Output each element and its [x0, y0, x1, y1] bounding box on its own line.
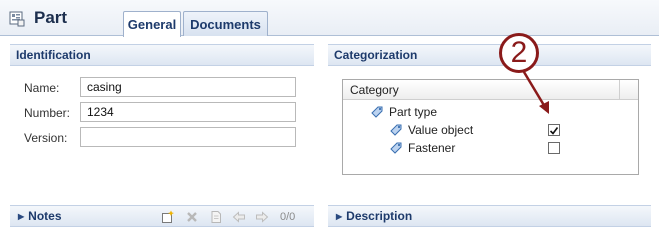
note-icon[interactable]	[209, 210, 223, 224]
description-title: Description	[346, 209, 413, 223]
add-note-icon[interactable]	[161, 210, 175, 224]
notes-title: Notes	[28, 209, 62, 223]
arrow-right-icon[interactable]	[255, 210, 269, 224]
expand-arrow-icon[interactable]: ▶	[18, 212, 24, 221]
annotation-number: 2	[510, 36, 528, 69]
description-section-header[interactable]: ▶ Description	[328, 205, 651, 227]
notes-count: 0/0	[280, 211, 296, 223]
delete-icon[interactable]	[185, 210, 199, 224]
arrow-left-icon[interactable]	[232, 210, 246, 224]
expand-arrow-icon[interactable]: ▶	[336, 212, 342, 221]
